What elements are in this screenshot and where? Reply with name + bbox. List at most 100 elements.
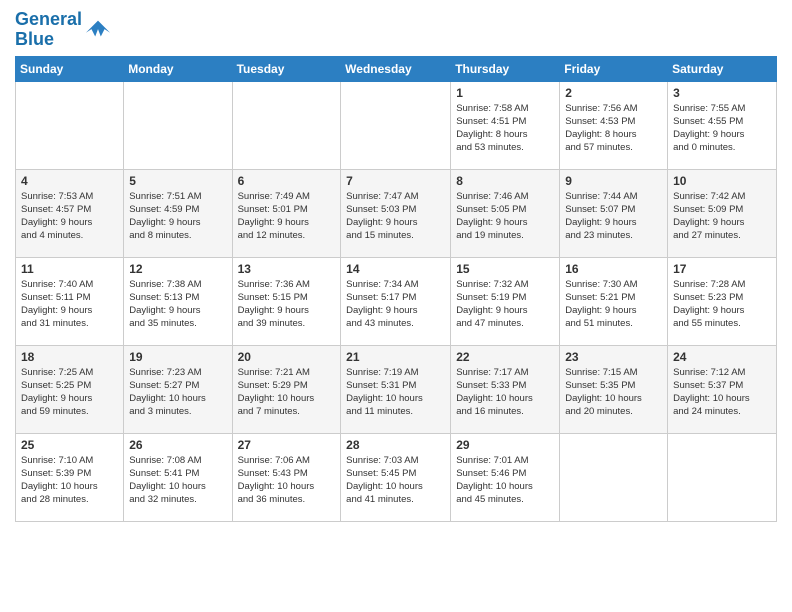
day-info: Sunrise: 7:28 AMSunset: 5:23 PMDaylight:… bbox=[673, 278, 771, 331]
page-header: General Blue bbox=[15, 10, 777, 50]
calendar-cell bbox=[232, 81, 341, 169]
calendar-cell: 22 Sunrise: 7:17 AMSunset: 5:33 PMDayligh… bbox=[451, 345, 560, 433]
weekday-row: SundayMondayTuesdayWednesdayThursdayFrid… bbox=[16, 56, 777, 81]
calendar-cell: 6 Sunrise: 7:49 AMSunset: 5:01 PMDaylight… bbox=[232, 169, 341, 257]
weekday-header-wednesday: Wednesday bbox=[341, 56, 451, 81]
day-info: Sunrise: 7:42 AMSunset: 5:09 PMDaylight:… bbox=[673, 190, 771, 243]
calendar-week-row: 4 Sunrise: 7:53 AMSunset: 4:57 PMDaylight… bbox=[16, 169, 777, 257]
day-number: 26 bbox=[129, 438, 226, 452]
calendar-cell: 20Sunrise: 7:21 AMSunset: 5:29 PMDayligh… bbox=[232, 345, 341, 433]
day-info: Sunrise: 7:15 AMSunset: 5:35 PMDaylight:… bbox=[565, 366, 662, 419]
day-info: Sunrise: 7:49 AMSunset: 5:01 PMDaylight:… bbox=[238, 190, 336, 243]
day-number: 16 bbox=[565, 262, 662, 276]
calendar-cell bbox=[341, 81, 451, 169]
calendar-cell: 9 Sunrise: 7:44 AMSunset: 5:07 PMDaylight… bbox=[560, 169, 668, 257]
calendar-cell bbox=[16, 81, 124, 169]
calendar-week-row: 11 Sunrise: 7:40 AMSunset: 5:11 PMDayligh… bbox=[16, 257, 777, 345]
day-info: Sunrise: 7:47 AMSunset: 5:03 PMDaylight:… bbox=[346, 190, 445, 243]
calendar-cell: 13 Sunrise: 7:36 AMSunset: 5:15 PMDayligh… bbox=[232, 257, 341, 345]
calendar-cell bbox=[668, 433, 777, 521]
calendar-cell: 23 Sunrise: 7:15 AMSunset: 5:35 PMDayligh… bbox=[560, 345, 668, 433]
calendar-cell: 19 Sunrise: 7:23 AMSunset: 5:27 PMDayligh… bbox=[124, 345, 232, 433]
day-number: 3 bbox=[673, 86, 771, 100]
calendar-cell: 24 Sunrise: 7:12 AMSunset: 5:37 PMDayligh… bbox=[668, 345, 777, 433]
day-number: 19 bbox=[129, 350, 226, 364]
day-number: 21 bbox=[346, 350, 445, 364]
calendar-week-row: 25Sunrise: 7:10 AMSunset: 5:39 PMDayligh… bbox=[16, 433, 777, 521]
day-number: 17 bbox=[673, 262, 771, 276]
day-info: Sunrise: 7:19 AMSunset: 5:31 PMDaylight:… bbox=[346, 366, 445, 419]
calendar-cell: 1Sunrise: 7:58 AMSunset: 4:51 PMDaylight… bbox=[451, 81, 560, 169]
calendar-week-row: 18Sunrise: 7:25 AMSunset: 5:25 PMDayligh… bbox=[16, 345, 777, 433]
weekday-header-friday: Friday bbox=[560, 56, 668, 81]
day-info: Sunrise: 7:38 AMSunset: 5:13 PMDaylight:… bbox=[129, 278, 226, 331]
calendar-cell: 25Sunrise: 7:10 AMSunset: 5:39 PMDayligh… bbox=[16, 433, 124, 521]
day-number: 15 bbox=[456, 262, 554, 276]
calendar-cell: 29 Sunrise: 7:01 AMSunset: 5:46 PMDayligh… bbox=[451, 433, 560, 521]
day-info: Sunrise: 7:56 AMSunset: 4:53 PMDaylight:… bbox=[565, 102, 662, 155]
logo: General Blue bbox=[15, 10, 112, 50]
calendar-cell: 17 Sunrise: 7:28 AMSunset: 5:23 PMDayligh… bbox=[668, 257, 777, 345]
day-number: 12 bbox=[129, 262, 226, 276]
day-number: 6 bbox=[238, 174, 336, 188]
calendar-body: 1Sunrise: 7:58 AMSunset: 4:51 PMDaylight… bbox=[16, 81, 777, 521]
calendar-cell: 26 Sunrise: 7:08 AMSunset: 5:41 PMDayligh… bbox=[124, 433, 232, 521]
day-number: 23 bbox=[565, 350, 662, 364]
day-info: Sunrise: 7:44 AMSunset: 5:07 PMDaylight:… bbox=[565, 190, 662, 243]
day-number: 7 bbox=[346, 174, 445, 188]
calendar-cell: 11 Sunrise: 7:40 AMSunset: 5:11 PMDayligh… bbox=[16, 257, 124, 345]
day-info: Sunrise: 7:58 AMSunset: 4:51 PMDaylight:… bbox=[456, 102, 554, 155]
calendar-cell: 15 Sunrise: 7:32 AMSunset: 5:19 PMDayligh… bbox=[451, 257, 560, 345]
calendar-cell: 5Sunrise: 7:51 AMSunset: 4:59 PMDaylight… bbox=[124, 169, 232, 257]
day-info: Sunrise: 7:53 AMSunset: 4:57 PMDaylight:… bbox=[21, 190, 118, 243]
day-info: Sunrise: 7:17 AMSunset: 5:33 PMDaylight:… bbox=[456, 366, 554, 419]
calendar-cell: 28Sunrise: 7:03 AMSunset: 5:45 PMDayligh… bbox=[341, 433, 451, 521]
day-info: Sunrise: 7:30 AMSunset: 5:21 PMDaylight:… bbox=[565, 278, 662, 331]
day-number: 18 bbox=[21, 350, 118, 364]
calendar-cell: 27 Sunrise: 7:06 AMSunset: 5:43 PMDayligh… bbox=[232, 433, 341, 521]
calendar-cell: 4 Sunrise: 7:53 AMSunset: 4:57 PMDaylight… bbox=[16, 169, 124, 257]
day-info: Sunrise: 7:01 AMSunset: 5:46 PMDaylight:… bbox=[456, 454, 554, 507]
day-number: 11 bbox=[21, 262, 118, 276]
calendar-cell: 18Sunrise: 7:25 AMSunset: 5:25 PMDayligh… bbox=[16, 345, 124, 433]
day-info: Sunrise: 7:32 AMSunset: 5:19 PMDaylight:… bbox=[456, 278, 554, 331]
calendar-cell bbox=[124, 81, 232, 169]
day-number: 24 bbox=[673, 350, 771, 364]
day-number: 22 bbox=[456, 350, 554, 364]
day-info: Sunrise: 7:55 AMSunset: 4:55 PMDaylight:… bbox=[673, 102, 771, 155]
weekday-header-saturday: Saturday bbox=[668, 56, 777, 81]
calendar-cell: 16 Sunrise: 7:30 AMSunset: 5:21 PMDayligh… bbox=[560, 257, 668, 345]
logo-bird-icon bbox=[84, 16, 112, 44]
day-number: 13 bbox=[238, 262, 336, 276]
day-info: Sunrise: 7:34 AMSunset: 5:17 PMDaylight:… bbox=[346, 278, 445, 331]
calendar-cell: 7 Sunrise: 7:47 AMSunset: 5:03 PMDaylight… bbox=[341, 169, 451, 257]
calendar-cell: 8 Sunrise: 7:46 AMSunset: 5:05 PMDaylight… bbox=[451, 169, 560, 257]
calendar-header: SundayMondayTuesdayWednesdayThursdayFrid… bbox=[16, 56, 777, 81]
calendar-cell: 14 Sunrise: 7:34 AMSunset: 5:17 PMDayligh… bbox=[341, 257, 451, 345]
calendar-week-row: 1Sunrise: 7:58 AMSunset: 4:51 PMDaylight… bbox=[16, 81, 777, 169]
day-number: 14 bbox=[346, 262, 445, 276]
calendar-cell: 21 Sunrise: 7:19 AMSunset: 5:31 PMDayligh… bbox=[341, 345, 451, 433]
day-number: 9 bbox=[565, 174, 662, 188]
day-number: 8 bbox=[456, 174, 554, 188]
day-number: 28 bbox=[346, 438, 445, 452]
weekday-header-monday: Monday bbox=[124, 56, 232, 81]
weekday-header-tuesday: Tuesday bbox=[232, 56, 341, 81]
day-number: 4 bbox=[21, 174, 118, 188]
weekday-header-thursday: Thursday bbox=[451, 56, 560, 81]
day-info: Sunrise: 7:40 AMSunset: 5:11 PMDaylight:… bbox=[21, 278, 118, 331]
day-info: Sunrise: 7:36 AMSunset: 5:15 PMDaylight:… bbox=[238, 278, 336, 331]
day-info: Sunrise: 7:08 AMSunset: 5:41 PMDaylight:… bbox=[129, 454, 226, 507]
day-number: 29 bbox=[456, 438, 554, 452]
page-container: General Blue SundayMondayTuesdayWednesda… bbox=[0, 0, 792, 527]
calendar-cell: 2Sunrise: 7:56 AMSunset: 4:53 PMDaylight… bbox=[560, 81, 668, 169]
day-info: Sunrise: 7:06 AMSunset: 5:43 PMDaylight:… bbox=[238, 454, 336, 507]
day-info: Sunrise: 7:46 AMSunset: 5:05 PMDaylight:… bbox=[456, 190, 554, 243]
day-number: 27 bbox=[238, 438, 336, 452]
day-info: Sunrise: 7:12 AMSunset: 5:37 PMDaylight:… bbox=[673, 366, 771, 419]
calendar-cell: 3 Sunrise: 7:55 AMSunset: 4:55 PMDaylight… bbox=[668, 81, 777, 169]
day-info: Sunrise: 7:21 AMSunset: 5:29 PMDaylight:… bbox=[238, 366, 336, 419]
day-info: Sunrise: 7:23 AMSunset: 5:27 PMDaylight:… bbox=[129, 366, 226, 419]
day-info: Sunrise: 7:10 AMSunset: 5:39 PMDaylight:… bbox=[21, 454, 118, 507]
weekday-header-sunday: Sunday bbox=[16, 56, 124, 81]
